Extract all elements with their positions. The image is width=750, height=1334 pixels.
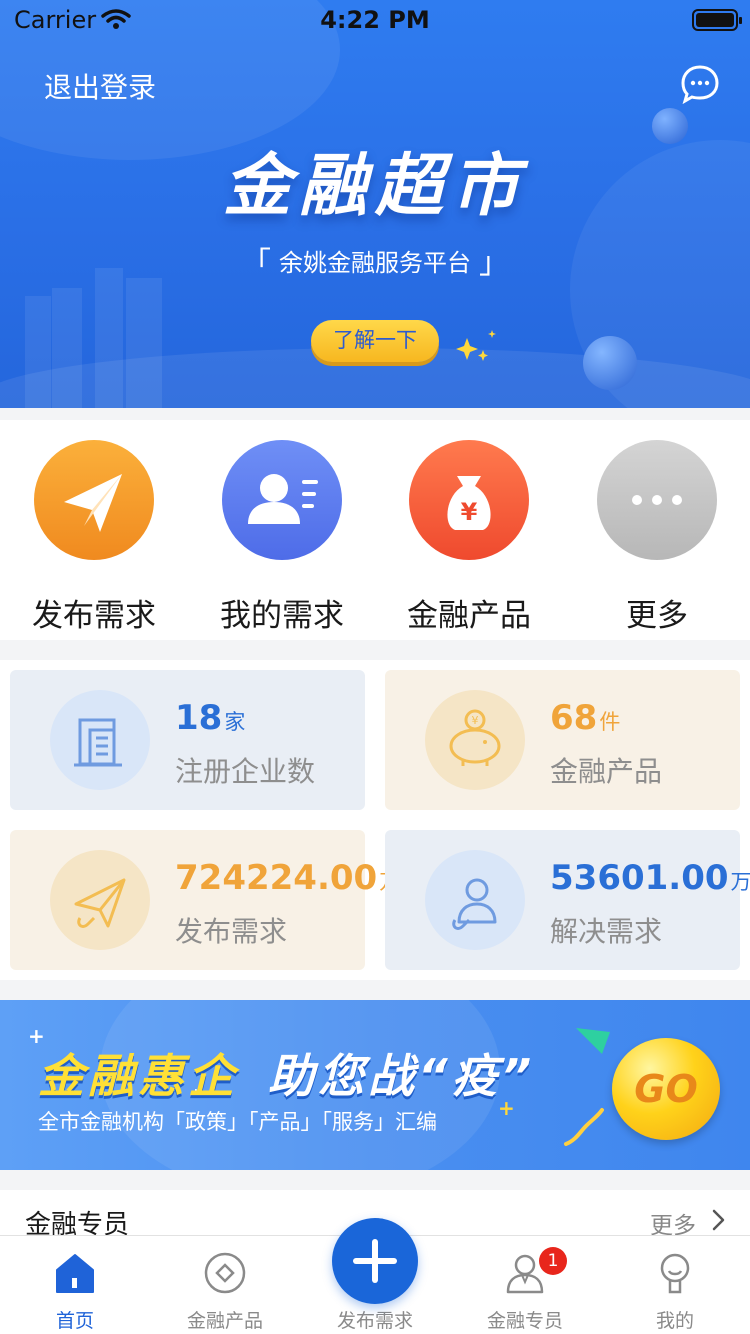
quick-action-label: 我的需求 — [220, 598, 344, 634]
chevron-right-icon[interactable] — [708, 1208, 728, 1232]
hero-sphere — [583, 336, 637, 390]
hero-banner: Carrier 4:22 PM 退出登录 金融超市 「余姚金融服务平台」 了解一… — [0, 0, 750, 408]
banner-title: 金融惠企 助您战“疫” — [38, 1040, 535, 1106]
sparkle-icon — [456, 330, 496, 361]
stat-card-published[interactable]: 724224.00万 发布需求 — [10, 830, 400, 970]
stats-section: 18家 注册企业数 ¥ 68件 金融产品 724224.00 发布需求 5360… — [0, 660, 750, 980]
stat-label: 金融产品 — [550, 755, 663, 788]
hero-subtitle: 「余姚金融服务平台」 — [0, 238, 750, 282]
stat-label: 注册企业数 — [175, 755, 316, 788]
banner-title-left: 金融惠企 — [38, 1049, 238, 1103]
stat-value: 53601.00万 — [550, 858, 750, 898]
piggy-bank-icon: ¥ — [425, 690, 525, 790]
stat-card-products[interactable]: ¥ 68件 金融产品 — [385, 670, 740, 810]
home-icon — [56, 1254, 94, 1293]
subtitle-text: 余姚金融服务平台 — [279, 249, 471, 277]
paper-plane-icon — [50, 850, 150, 950]
svg-text:¥: ¥ — [472, 714, 479, 727]
coin-icon — [204, 1252, 246, 1294]
profile-icon — [660, 1253, 690, 1294]
quick-action-my-demand[interactable]: 我的需求 — [192, 440, 372, 634]
paper-plane-icon — [34, 440, 154, 560]
quick-action-label: 发布需求 — [32, 598, 156, 634]
plus-icon — [353, 1239, 397, 1283]
tab-label: 首页 — [55, 1310, 94, 1332]
stat-label: 解决需求 — [550, 915, 663, 948]
money-bag-icon: ¥ — [409, 440, 529, 560]
go-button[interactable]: GO — [612, 1038, 720, 1140]
banner-title-right: 助您战“疫” — [268, 1049, 536, 1103]
logout-button[interactable]: 退出登录 — [44, 66, 156, 106]
more-dots-icon — [597, 440, 717, 560]
status-bar: Carrier 4:22 PM — [0, 0, 750, 40]
notification-badge: 1 — [539, 1247, 567, 1275]
id-card-icon — [222, 440, 342, 560]
stat-value: 724224.00万 — [175, 858, 400, 898]
stat-number: 724224.00 — [175, 858, 378, 898]
tab-label: 发布需求 — [336, 1310, 413, 1332]
quick-actions: 发布需求 我的需求 ¥ 金融产品 更多 — [0, 420, 750, 640]
tab-mine[interactable]: 我的 — [600, 1236, 750, 1334]
clock: 4:22 PM — [320, 6, 430, 34]
stat-number: 68 — [550, 698, 598, 738]
publish-demand-fab[interactable] — [332, 1218, 418, 1304]
triangle-decoration — [576, 1028, 610, 1054]
user-help-icon — [425, 850, 525, 950]
quick-action-more[interactable]: 更多 — [567, 440, 747, 634]
home-screen: Carrier 4:22 PM 退出登录 金融超市 「余姚金融服务平台」 了解一… — [0, 0, 750, 1334]
message-icon[interactable] — [680, 64, 720, 104]
quick-action-finance-products[interactable]: ¥ 金融产品 — [379, 440, 559, 634]
stat-number: 53601.00 — [550, 858, 729, 898]
stat-card-companies[interactable]: 18家 注册企业数 — [10, 670, 365, 810]
promo-banner[interactable]: + + + 金融惠企 助您战“疫” 全市金融机构「政策」「产品」「服务」汇编 GO — [0, 1000, 750, 1170]
svg-text:¥: ¥ — [461, 498, 478, 526]
stat-number: 18 — [175, 698, 223, 738]
tab-finance-products[interactable]: 金融产品 — [150, 1236, 300, 1334]
stat-unit: 件 — [599, 710, 621, 734]
stat-card-solved[interactable]: 53601.00万 解决需求 — [385, 830, 750, 970]
quick-action-label: 金融产品 — [407, 598, 531, 634]
banner-subtitle: 全市金融机构「政策」「产品」「服务」汇编 — [38, 1110, 437, 1134]
bracket-right: 」 — [479, 246, 509, 281]
tab-label: 我的 — [655, 1310, 694, 1332]
tab-label: 金融产品 — [186, 1310, 263, 1332]
quick-action-label: 更多 — [626, 598, 688, 634]
learn-more-button[interactable]: 了解一下 — [311, 320, 439, 362]
building-icon — [50, 690, 150, 790]
stat-value: 18家 — [175, 698, 245, 738]
quick-action-publish[interactable]: 发布需求 — [4, 440, 184, 634]
stat-value: 68件 — [550, 698, 620, 738]
stat-unit: 家 — [224, 710, 246, 734]
battery-icon — [692, 9, 742, 31]
tab-home[interactable]: 首页 — [0, 1236, 150, 1334]
bracket-left: 「 — [241, 246, 271, 281]
tab-finance-specialist[interactable]: 金融专员 — [450, 1236, 600, 1334]
swirl-decoration — [564, 1108, 604, 1146]
stat-unit: 万 — [730, 870, 750, 894]
tab-label: 金融专员 — [486, 1310, 563, 1332]
stat-label: 发布需求 — [175, 915, 288, 948]
hero-title: 金融超市 — [222, 147, 527, 226]
